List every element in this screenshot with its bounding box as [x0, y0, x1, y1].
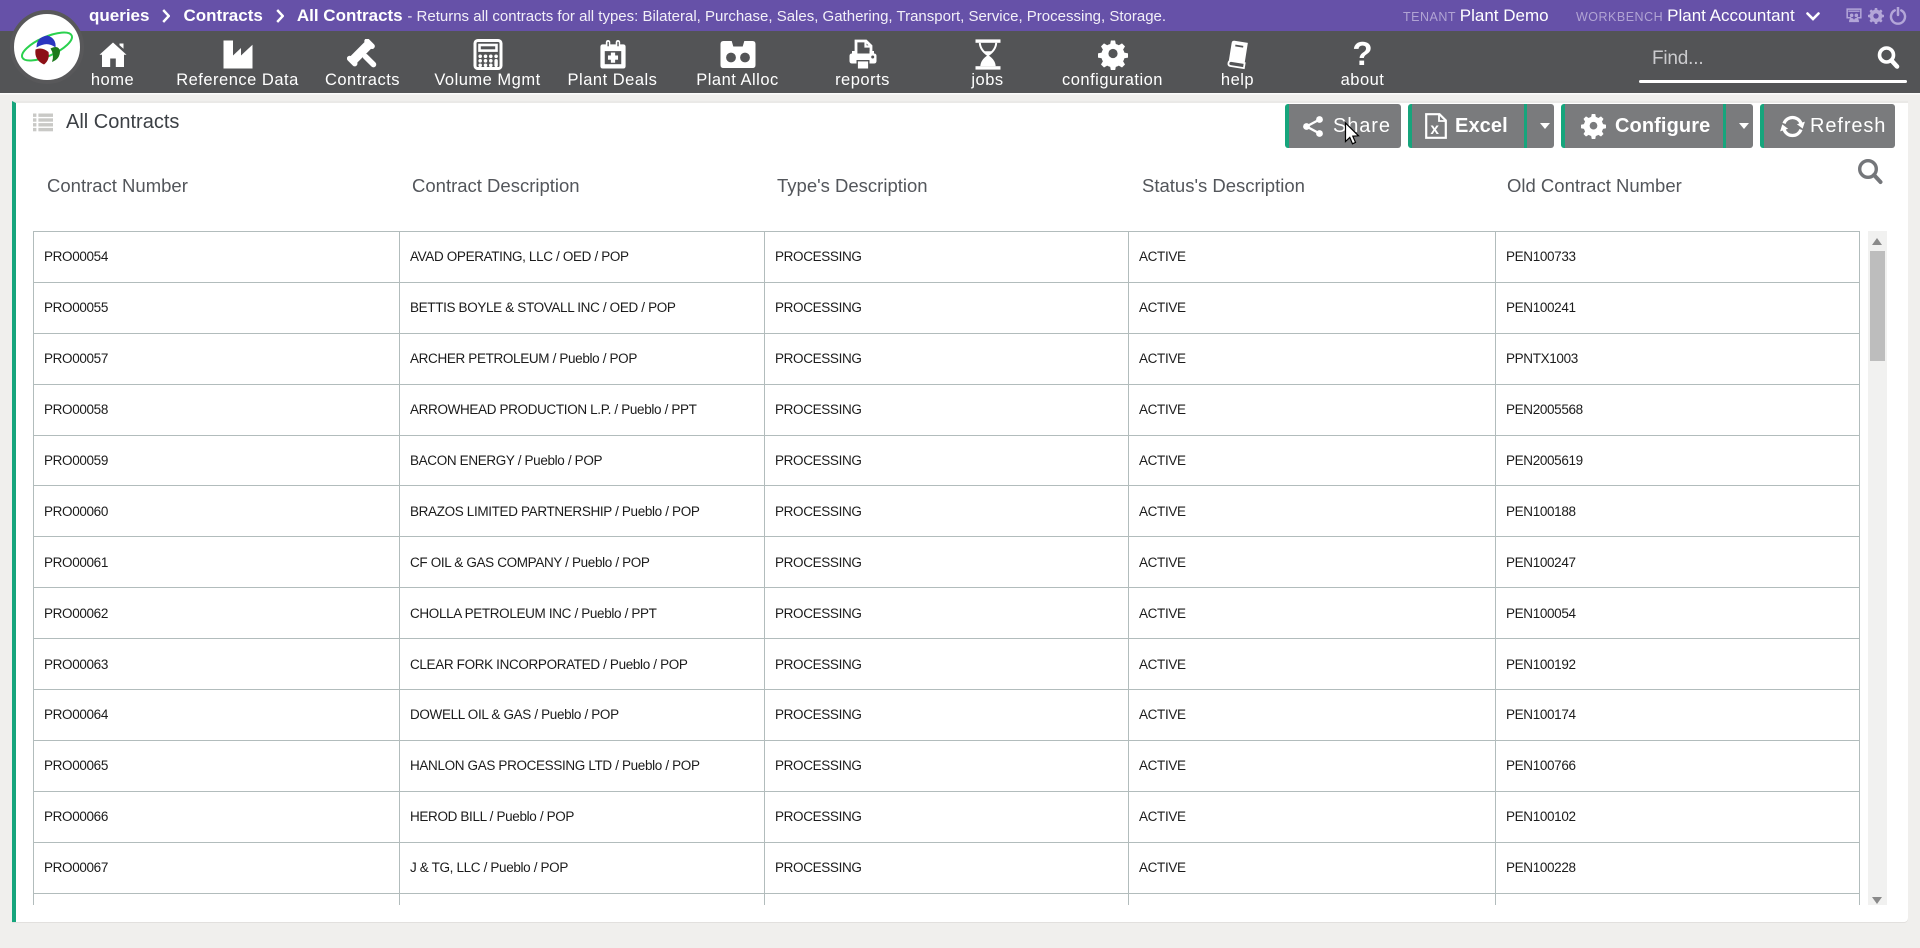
svg-text:x: x	[1430, 121, 1439, 138]
